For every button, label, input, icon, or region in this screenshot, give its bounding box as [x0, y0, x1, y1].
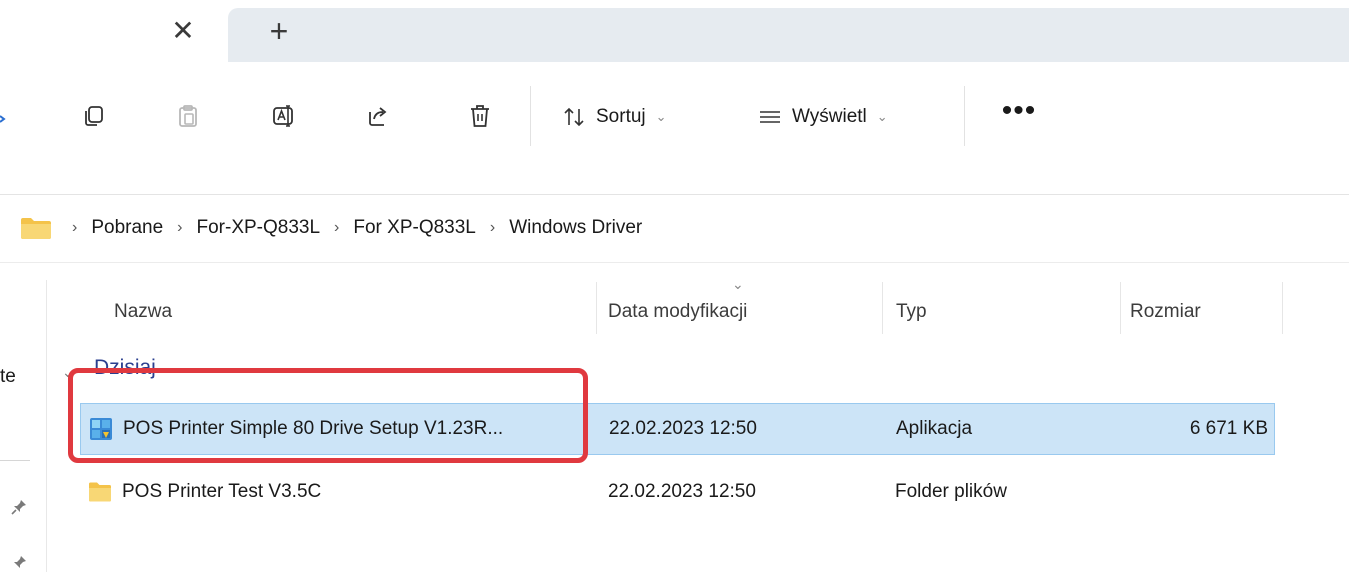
file-name: POS Printer Test V3.5C: [122, 481, 322, 502]
more-options-button[interactable]: •••: [994, 96, 1044, 138]
nav-divider: [0, 460, 30, 461]
column-header-type[interactable]: Typ: [896, 292, 927, 332]
copy-icon[interactable]: [72, 94, 116, 138]
column-separator[interactable]: [1120, 282, 1121, 334]
column-header-size[interactable]: Rozmiar: [1130, 292, 1201, 332]
chevron-down-icon: ⌄: [876, 109, 888, 124]
sort-indicator-icon: ⌄: [732, 276, 744, 292]
file-row[interactable]: POS Printer Test V3.5C 22.02.2023 12:50 …: [80, 466, 1275, 518]
folder-icon: [89, 482, 111, 502]
file-size: 6 671 KB: [1189, 418, 1268, 439]
breadcrumb-item[interactable]: For-XP-Q833L: [197, 217, 321, 239]
view-button[interactable]: Wyświetl ⌄: [758, 96, 888, 138]
new-tab-icon[interactable]: +: [262, 14, 296, 48]
nav-pane-border: [46, 280, 47, 572]
column-header-date[interactable]: Data modyfikacji: [608, 292, 747, 332]
sort-button[interactable]: Sortuj ⌄: [562, 96, 667, 138]
toolbar-separator: [964, 86, 965, 146]
breadcrumb-item[interactable]: Pobrane: [91, 217, 163, 239]
sort-icon: [564, 107, 584, 127]
file-type: Folder plików: [895, 481, 1007, 502]
chevron-down-icon: ⌄: [655, 109, 667, 124]
tab-bar-background: [228, 8, 1349, 62]
pin-icon[interactable]: [10, 498, 28, 521]
column-separator[interactable]: [882, 282, 883, 334]
breadcrumb-item[interactable]: For XP-Q833L: [353, 217, 476, 239]
breadcrumb: › Pobrane › For-XP-Q833L › For XP-Q833L …: [20, 208, 642, 248]
breadcrumb-item[interactable]: Windows Driver: [509, 217, 642, 239]
nav-item-partial[interactable]: te: [0, 366, 16, 388]
trash-icon[interactable]: [458, 94, 502, 138]
breadcrumb-divider: [0, 262, 1349, 263]
folder-icon[interactable]: [20, 216, 52, 240]
breadcrumb-separator: ›: [177, 219, 183, 236]
column-separator[interactable]: [596, 282, 597, 334]
partial-nav-icon[interactable]: [0, 112, 6, 126]
paste-icon[interactable]: [166, 94, 210, 138]
list-view-icon: [760, 111, 780, 123]
breadcrumb-separator: ›: [489, 219, 496, 236]
breadcrumb-separator: ›: [72, 219, 78, 236]
pin-icon[interactable]: [10, 554, 28, 577]
file-name-cell: POS Printer Test V3.5C: [88, 466, 576, 518]
view-label: Wyświetl: [792, 106, 867, 127]
file-date: 22.02.2023 12:50: [608, 481, 756, 502]
file-type: Aplikacja: [896, 418, 973, 439]
sort-label: Sortuj: [596, 106, 646, 127]
column-separator[interactable]: [1282, 282, 1283, 334]
breadcrumb-separator: ›: [334, 219, 340, 236]
toolbar-separator: [530, 86, 531, 146]
close-tab-icon[interactable]: ✕: [166, 14, 200, 48]
highlight-annotation-box: [68, 368, 588, 463]
rename-icon[interactable]: [262, 94, 306, 138]
file-date: 22.02.2023 12:50: [609, 418, 757, 439]
column-header-name[interactable]: Nazwa: [114, 292, 172, 332]
share-icon[interactable]: [356, 94, 400, 138]
toolbar-divider: [0, 194, 1349, 195]
